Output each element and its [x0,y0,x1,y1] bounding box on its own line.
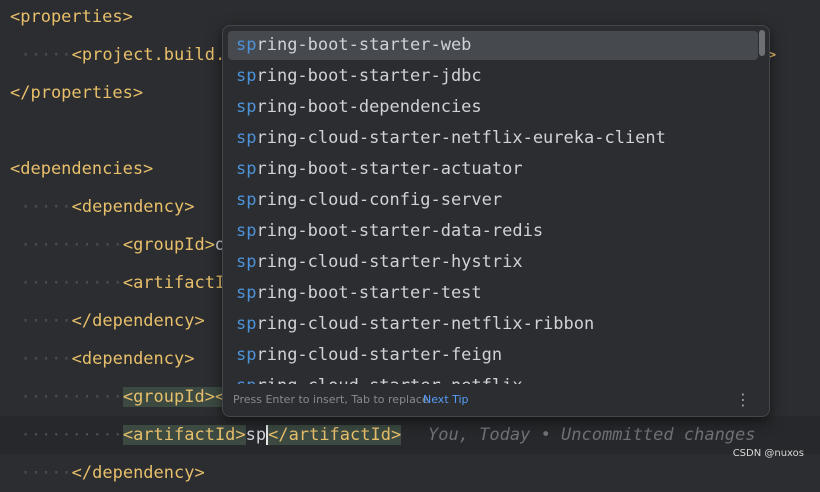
completion-item[interactable]: spring-cloud-config-server [228,186,758,215]
code-line[interactable]: ·····</dependency> [0,454,820,492]
indent-guide: ·········· [0,387,123,407]
completion-item[interactable]: spring-boot-starter-actuator [228,155,758,184]
completion-item[interactable]: spring-boot-starter-data-redis [228,217,758,246]
completion-item[interactable]: spring-cloud-starter-hystrix [228,248,758,277]
xml-tag: <groupId> [122,235,215,255]
xml-tag-matched: <artifactId> [122,425,246,445]
match-highlight: sp [236,190,257,210]
completion-item-label: ring-boot-starter-jdbc [256,66,482,86]
xml-tag: </dependency> [71,463,205,483]
scrollbar-thumb[interactable] [759,30,765,56]
completion-item-label: ring-cloud-starter-netflix-ribbon [256,314,595,334]
watermark: CSDN @nuxos [732,448,804,459]
xml-tag: <dependency> [71,197,195,217]
completion-item-label: ring-cloud-starter-netflix [256,376,522,384]
code-line-current[interactable]: ··········<artifactId>sp </artifactId> You… [0,416,820,454]
completion-list[interactable]: spring-boot-starter-web spring-boot-star… [223,26,769,384]
indent-guide: ····· [0,45,72,65]
completion-item-label: ring-boot-starter-data-redis [256,221,544,241]
match-highlight: sp [236,159,257,179]
match-highlight: sp [236,252,257,272]
more-options-icon[interactable]: ⋮ [735,384,751,416]
completion-footer: Press Enter to insert, Tab to replace Ne… [223,384,769,416]
completion-item-label: ring-boot-starter-web [256,35,472,55]
match-highlight: sp [236,128,257,148]
xml-tag: <dependencies> [10,159,154,179]
completion-item[interactable]: spring-cloud-starter-netflix-eureka-clie… [228,124,758,153]
completion-popup[interactable]: spring-boot-starter-web spring-boot-star… [222,25,770,417]
indent-guide: ····· [0,197,72,217]
match-highlight: sp [236,345,257,365]
match-highlight: sp [236,97,257,117]
completion-item[interactable]: spring-boot-dependencies [228,93,758,122]
indent-guide: ····· [0,349,72,369]
xml-tag: <project.build.s [71,45,236,65]
typed-text: sp [245,425,267,445]
xml-tag-matched: </artifactId> [268,425,402,445]
completion-item-label: ring-cloud-starter-hystrix [256,252,523,272]
completion-item[interactable]: spring-boot-starter-jdbc [228,62,758,91]
completion-item[interactable]: spring-cloud-starter-netflix [228,372,758,384]
indent-guide: ·········· [0,425,123,445]
xml-tag: </dependency> [71,311,205,331]
match-highlight: sp [236,314,257,334]
completion-item[interactable]: spring-cloud-starter-feign [228,341,758,370]
indent-guide: ····· [0,463,72,483]
next-tip-link[interactable]: Next Tip [423,384,469,416]
xml-tag-matched: <groupId></ [122,387,236,407]
completion-item-selected[interactable]: spring-boot-starter-web [228,31,758,60]
match-highlight: sp [236,221,257,241]
completion-item[interactable]: spring-boot-starter-test [228,279,758,308]
indent-guide: ·········· [0,273,123,293]
xml-tag: </properties> [10,83,144,103]
xml-tag: <dependency> [71,349,195,369]
completion-item-label: ring-cloud-starter-netflix-eureka-client [256,128,666,148]
insert-hint: Press Enter to insert, Tab to replace [233,393,429,406]
indent-guide: ····· [0,311,72,331]
completion-item-label: ring-cloud-config-server [256,190,503,210]
match-highlight: sp [236,35,257,55]
git-blame-annotation: You, Today • Uncommitted changes [428,425,756,445]
match-highlight: sp [236,66,257,86]
match-highlight: sp [236,376,256,384]
xml-tag: <properties> [10,7,133,27]
indent-guide: ·········· [0,235,123,255]
completion-item-label: ring-boot-starter-actuator [256,159,523,179]
completion-item-label: ring-boot-starter-test [256,283,482,303]
completion-item-label: ring-boot-dependencies [256,97,482,117]
match-highlight: sp [236,283,257,303]
completion-item[interactable]: spring-cloud-starter-netflix-ribbon [228,310,758,339]
completion-item-label: ring-cloud-starter-feign [256,345,503,365]
